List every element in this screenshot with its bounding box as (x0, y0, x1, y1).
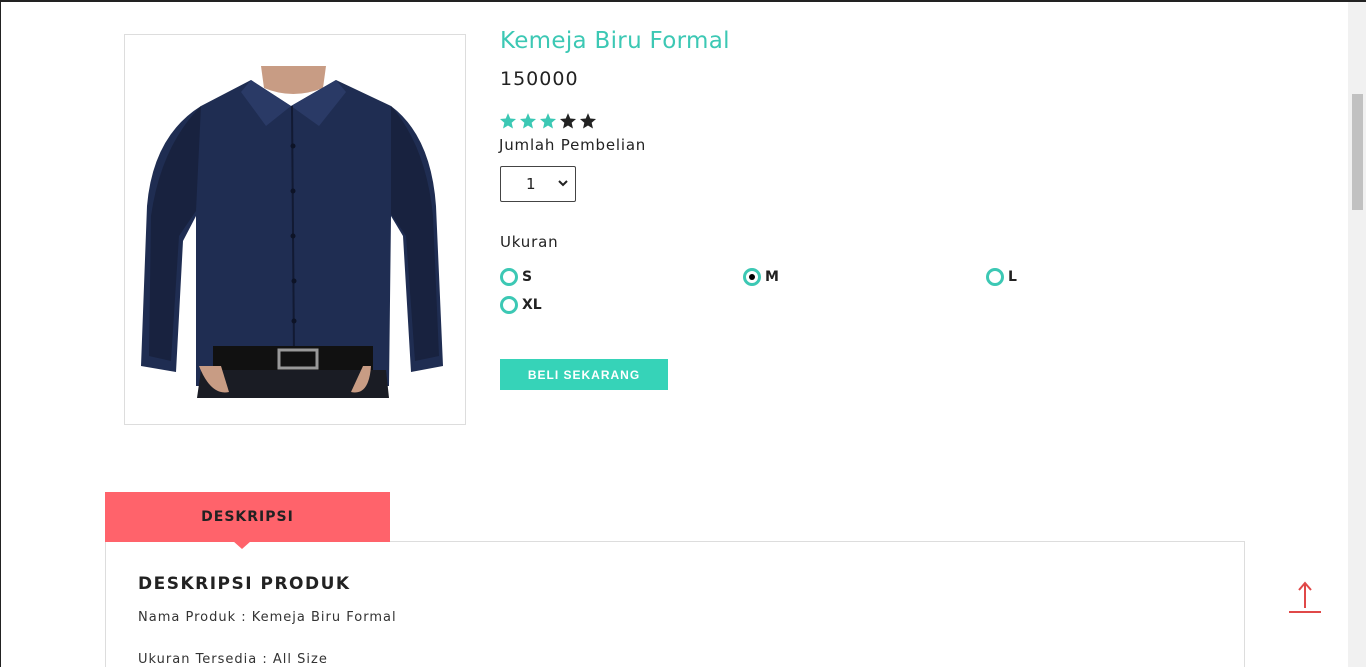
description-sizes: Ukuran Tersedia : All Size (138, 652, 328, 667)
size-s-label: S (522, 269, 533, 285)
star-icon (539, 113, 557, 129)
size-option-xl[interactable]: XL (500, 296, 542, 314)
tab-description[interactable]: DESKRIPSI (105, 492, 390, 542)
size-label: Ukuran (500, 233, 559, 251)
product-title: Kemeja Biru Formal (500, 28, 730, 54)
size-m-label: M (765, 269, 779, 285)
arrow-up-icon[interactable] (1288, 580, 1322, 616)
quantity-select[interactable]: 1 (500, 166, 576, 202)
product-price: 150000 (500, 68, 579, 90)
buy-now-button[interactable]: BELI SEKARANG (500, 359, 668, 390)
shirt-image (141, 66, 443, 398)
rating-stars (499, 112, 597, 130)
product-image (124, 34, 466, 425)
size-option-l[interactable]: L (986, 268, 1017, 286)
size-option-s[interactable]: S (500, 268, 532, 286)
radio-s[interactable] (500, 268, 518, 286)
radio-m[interactable] (743, 268, 761, 286)
quantity-value: 1 (526, 175, 536, 193)
star-icon (499, 113, 517, 129)
star-icon (519, 113, 537, 129)
description-heading: DESKRIPSI PRODUK (138, 574, 351, 594)
star-icon (559, 113, 577, 129)
size-l-label: L (1008, 269, 1017, 285)
size-xl-label: XL (522, 297, 542, 313)
quantity-label: Jumlah Pembelian (499, 136, 647, 154)
chevron-down-icon (558, 180, 568, 187)
page-scrollbar[interactable] (1348, 2, 1366, 667)
scrollbar-thumb[interactable] (1352, 94, 1363, 210)
description-product-name: Nama Produk : Kemeja Biru Formal (138, 610, 397, 625)
tab-indicator (233, 541, 251, 549)
radio-xl[interactable] (500, 296, 518, 314)
radio-l[interactable] (986, 268, 1004, 286)
star-icon (579, 113, 597, 129)
size-option-m[interactable]: M (743, 268, 779, 286)
description-panel (105, 541, 1245, 667)
